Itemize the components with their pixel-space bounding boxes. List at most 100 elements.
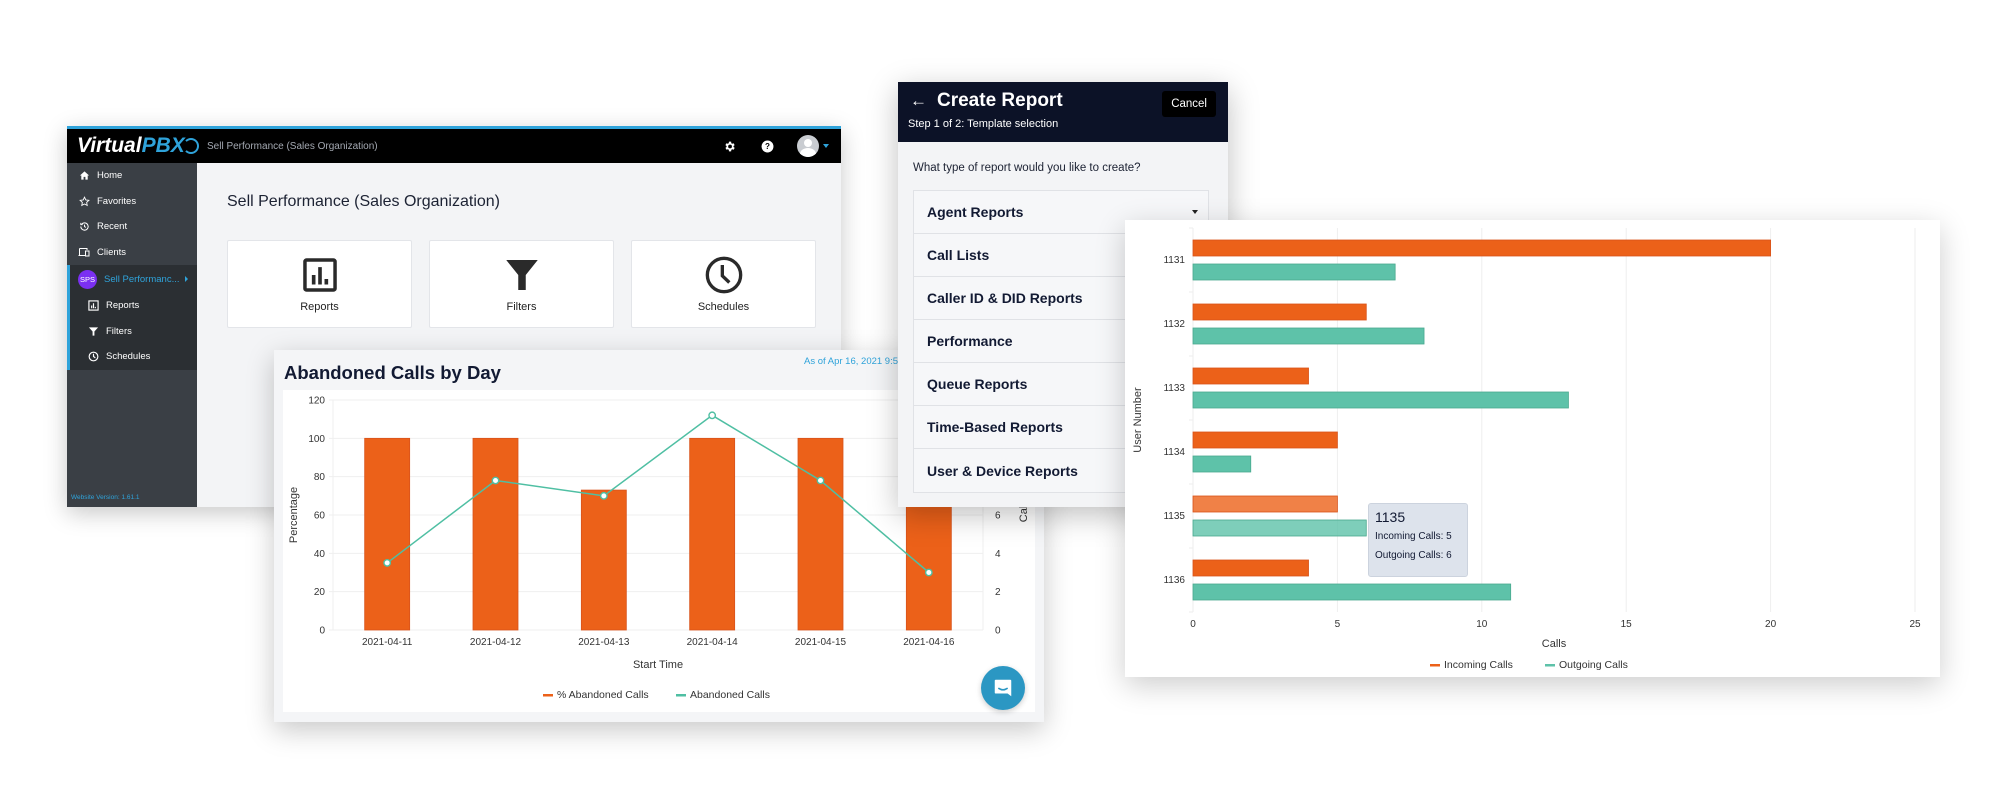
- dialog-title: Create Report: [937, 90, 1063, 111]
- logo-text-pbx: PBX: [141, 134, 185, 157]
- x-tick-label: 2021-04-11: [362, 637, 413, 648]
- website-version: Website Version: 1.61.1: [71, 494, 140, 501]
- x-tick-label: 2021-04-13: [578, 637, 630, 648]
- bar-2021-04-12: [472, 437, 519, 631]
- cancel-button[interactable]: Cancel: [1162, 91, 1216, 117]
- bar-1132-outgoing: [1192, 327, 1425, 345]
- report-type-label: Time-Based Reports: [927, 419, 1063, 435]
- line-point-2021-04-12: [491, 476, 500, 485]
- x-tick-label: 2021-04-16: [903, 637, 955, 648]
- history-icon: [78, 221, 90, 233]
- y2-tick-label: 4: [995, 549, 1001, 560]
- sidebar-item-filters[interactable]: Filters: [70, 319, 197, 345]
- calls-by-user-chart: 0 5 10 15 20 25 1131 1132 1133 1134 1135 1136 Calls U…: [1132, 227, 1921, 671]
- y-tick-label: 60: [314, 511, 326, 522]
- legend-label-incoming: Incoming Calls: [1444, 659, 1513, 671]
- x-tick-label: 15: [1621, 619, 1633, 630]
- y-tick-label: 40: [314, 549, 326, 560]
- calls-by-user-card: 0 5 10 15 20 25 1131 1132 1133 1134 1135 1136 Calls U…: [1125, 220, 1940, 677]
- sidebar-item-label: Home: [97, 170, 123, 182]
- report-type-label: User & Device Reports: [927, 462, 1078, 479]
- x-tick-label: 25: [1909, 619, 1921, 630]
- avatar[interactable]: [797, 135, 819, 157]
- logo-text: Virtual: [77, 134, 142, 157]
- sidebar-item-label: Filters: [106, 325, 132, 337]
- arrow-left-icon[interactable]: ←: [910, 91, 927, 111]
- tile-label: Reports: [300, 301, 339, 313]
- sidebar-item-label: Sell Performanc...: [104, 273, 180, 285]
- dialog-header: ← Create Report Step 1 of 2: Template se…: [898, 82, 1228, 142]
- logo[interactable]: VirtualPBX: [67, 134, 199, 158]
- bar-1135-incoming: [1192, 495, 1338, 513]
- x-tick-label: 20: [1765, 619, 1777, 630]
- sidebar-item-label: Favorites: [97, 195, 137, 207]
- sidebar-item-home[interactable]: Home: [67, 163, 197, 189]
- y-tick-label: 0: [319, 626, 325, 637]
- help-icon[interactable]: ?: [759, 138, 775, 154]
- bar-1135-outgoing: [1192, 519, 1367, 537]
- y-tick-label: 100: [308, 434, 325, 445]
- svg-text:?: ?: [765, 142, 770, 151]
- bar-1131-incoming: [1192, 239, 1771, 257]
- x-axis-title: Calls: [1542, 638, 1567, 650]
- y2-tick-label: 6: [995, 511, 1001, 522]
- tile-schedules[interactable]: Schedules: [631, 240, 816, 328]
- y2-tick-label: 0: [995, 626, 1001, 637]
- devices-icon: [78, 246, 90, 258]
- tile-reports[interactable]: Reports: [227, 240, 412, 328]
- sidebar-item-recent[interactable]: Recent: [67, 214, 197, 240]
- x-tick-label: 2021-04-12: [470, 637, 522, 648]
- bar-2021-04-14: [689, 437, 736, 631]
- star-icon: [78, 195, 90, 207]
- line-point-2021-04-14: [708, 411, 717, 420]
- filter-icon: [87, 325, 99, 337]
- report-type-label: Caller ID & DID Reports: [927, 290, 1083, 306]
- report-type-label: Queue Reports: [927, 376, 1028, 392]
- legend-swatch-outgoing: [1545, 664, 1555, 667]
- bar-1132-incoming: [1192, 303, 1367, 321]
- sidebar: Home Favorites Recent Clients SPS Sell P…: [67, 163, 197, 507]
- chevron-down-icon[interactable]: [823, 144, 829, 148]
- y2-tick-label: 2: [995, 587, 1001, 598]
- sidebar-item-schedules[interactable]: Schedules: [70, 344, 197, 370]
- bar-1134-incoming: [1192, 431, 1338, 449]
- line-point-2021-04-16: [924, 568, 933, 577]
- line-point-2021-04-15: [816, 476, 825, 485]
- sidebar-item-reports[interactable]: Reports: [70, 293, 197, 319]
- x-tick-label: 5: [1335, 619, 1341, 630]
- tooltip-title: 1135: [1375, 509, 1406, 525]
- topbar-title: Sell Performance (Sales Organization): [207, 140, 378, 152]
- org-badge: SPS: [78, 269, 97, 289]
- sidebar-item-label: Reports: [106, 300, 140, 312]
- legend-label-outgoing: Outgoing Calls: [1559, 659, 1628, 671]
- reports-icon: [300, 255, 340, 295]
- bar-2021-04-15: [797, 437, 844, 631]
- chat-button[interactable]: [981, 666, 1025, 710]
- legend-swatch-pct: [543, 694, 553, 697]
- bar-2021-04-13: [580, 489, 627, 631]
- y-tick-label: 20: [314, 587, 326, 598]
- sidebar-item-clients[interactable]: Clients: [67, 240, 197, 266]
- bar-1134-outgoing: [1192, 455, 1252, 473]
- chevron-right-icon: [184, 276, 188, 282]
- bar-2021-04-11: [364, 437, 411, 631]
- x-tick-label: 10: [1476, 619, 1488, 630]
- chevron-down-icon: [1192, 210, 1198, 214]
- y-tick-label: 120: [308, 396, 325, 407]
- dialog-question: What type of report would you like to cr…: [913, 162, 1141, 174]
- sidebar-item-sell-performance[interactable]: SPS Sell Performanc...: [70, 265, 197, 293]
- line-point-2021-04-13: [599, 491, 608, 500]
- tile-label: Filters: [506, 301, 537, 313]
- chat-icon: [994, 679, 1012, 697]
- tile-filters[interactable]: Filters: [429, 240, 614, 328]
- home-icon: [78, 170, 90, 182]
- abandoned-calls-line: [386, 414, 930, 574]
- chart-title: Abandoned Calls by Day: [284, 362, 501, 383]
- y-tick-label: 1134: [1163, 447, 1185, 458]
- legend-swatch-calls: [676, 694, 686, 697]
- gear-icon[interactable]: [721, 138, 737, 154]
- sidebar-item-favorites[interactable]: Favorites: [67, 189, 197, 215]
- sidebar-group-sell-performance: SPS Sell Performanc... Reports Filters S…: [67, 265, 197, 370]
- page-title: Sell Performance (Sales Organization): [227, 193, 501, 210]
- x-tick-label: 2021-04-15: [795, 637, 847, 648]
